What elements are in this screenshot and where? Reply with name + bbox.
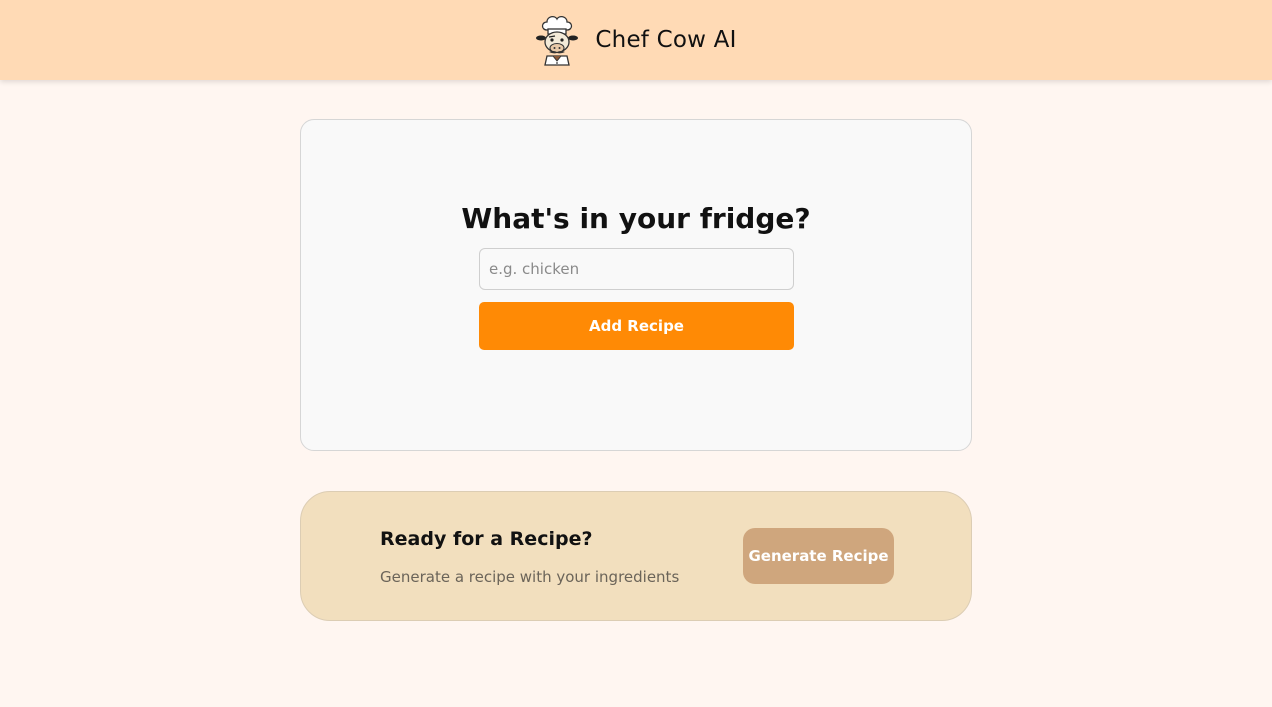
chef-cow-logo-icon — [536, 15, 579, 66]
ready-for-recipe-card: Ready for a Recipe? Generate a recipe wi… — [300, 491, 972, 621]
ingredient-card: What's in your fridge? Add Recipe — [300, 119, 972, 451]
ready-subtext: Generate a recipe with your ingredients — [380, 568, 680, 586]
ready-heading: Ready for a Recipe? — [380, 528, 593, 550]
app-header: Chef Cow AI — [0, 0, 1272, 80]
fridge-heading: What's in your fridge? — [461, 202, 811, 235]
ingredient-input[interactable] — [479, 248, 794, 290]
generate-recipe-button[interactable]: Generate Recipe — [743, 528, 894, 584]
add-recipe-button[interactable]: Add Recipe — [479, 302, 794, 350]
app-title: Chef Cow AI — [595, 27, 737, 53]
